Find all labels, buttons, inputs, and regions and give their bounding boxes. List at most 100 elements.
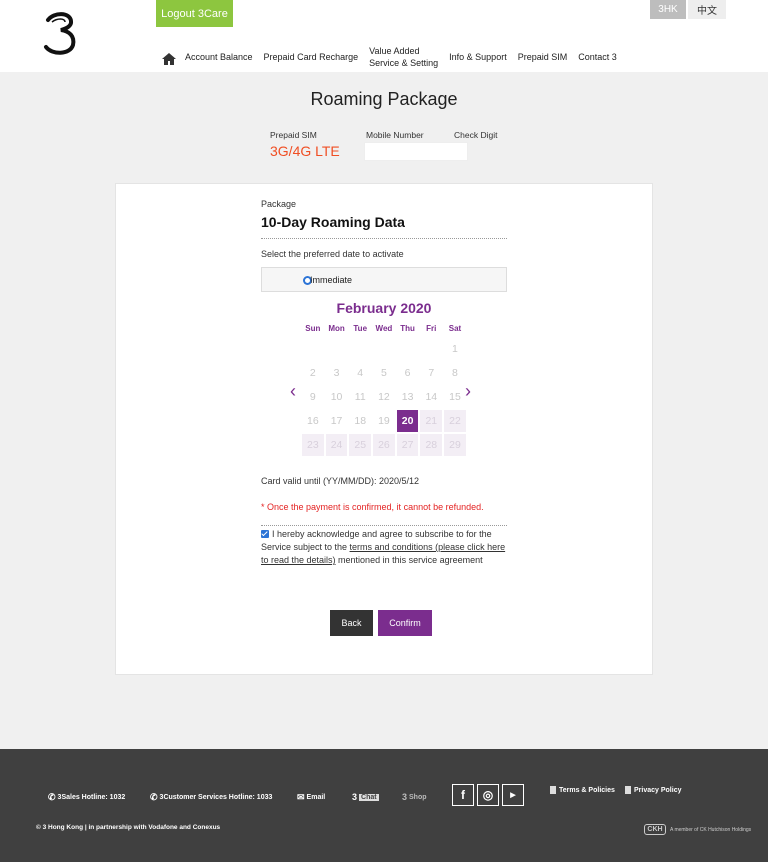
calendar-empty-cell (396, 337, 420, 361)
calendar-day[interactable]: 21 (419, 409, 444, 433)
three-chat-icon: 3 (352, 792, 358, 802)
calendar-prev-icon[interactable]: ‹ (290, 381, 296, 401)
calendar-day: 2 (309, 367, 316, 379)
chat-text: Chat (359, 793, 379, 801)
terms-text: Terms & Policies (559, 786, 615, 794)
nav-account-balance[interactable]: Account Balance (185, 51, 253, 63)
cs-hotline[interactable]: ✆ 3Customer Services Hotline: 1033 (150, 792, 272, 803)
calendar-day[interactable]: 25 (348, 433, 373, 457)
lang-3hk-button[interactable]: 3HK (650, 0, 686, 19)
page-title: Roaming Package (310, 89, 458, 109)
phone-icon: ✆ (48, 792, 56, 802)
instagram-icon[interactable]: ◎ (477, 784, 499, 806)
calendar-month-title: February 2020 (336, 300, 432, 316)
weekday-mon: Mon (328, 324, 345, 333)
calendar-day: 11 (354, 391, 366, 403)
confirm-button[interactable]: Confirm (378, 610, 432, 636)
privacy-text: Privacy Policy (634, 786, 682, 794)
mobile-number-label: Mobile Number (366, 130, 424, 140)
calendar-empty-cell (348, 337, 372, 361)
site-footer: ✆ 3Sales Hotline: 1032 ✆ 3Customer Service… (0, 749, 768, 862)
nav-value-added-line2: Service & Setting (369, 58, 439, 68)
calendar-day: 10 (330, 391, 343, 403)
youtube-icon[interactable]: ▶ (502, 784, 524, 806)
nav-prepaid-sim[interactable]: Prepaid SIM (518, 51, 568, 63)
phone-icon: ✆ (150, 792, 158, 802)
calendar-day[interactable]: 23 (301, 433, 325, 457)
calendar-day: 19 (378, 415, 390, 427)
ckh-logo-icon: CKH (644, 824, 666, 835)
weekday-sun: Sun (305, 324, 321, 333)
prepaid-sim-label: Prepaid SIM (270, 130, 317, 140)
calendar-day: 5 (380, 367, 387, 379)
sales-hotline[interactable]: ✆ 3Sales Hotline: 1032 (48, 792, 125, 803)
card-valid-text: Card valid until (YY/MM/DD): 2020/5/12 (261, 476, 420, 486)
nav-prepaid-card-recharge[interactable]: Prepaid Card Recharge (264, 51, 359, 63)
weekday-wed: Wed (375, 324, 393, 333)
calendar-day: 9 (309, 391, 316, 403)
calendar-empty-cell (372, 337, 396, 361)
calendar-day[interactable]: 24 (324, 433, 349, 457)
terms-policies-link[interactable]: Terms & Policies (550, 786, 615, 794)
ckh-text: A member of CK Hutchison Holdings (670, 826, 752, 833)
weekday-thu: Thu (400, 324, 415, 333)
calendar-day: 12 (378, 391, 390, 403)
cs-hotline-text: 3Customer Services Hotline: 1033 (159, 794, 273, 801)
ckh-badge: CKH A member of CK Hutchison Holdings (644, 824, 751, 835)
calendar-week-row: 16 17 18 19 20 21 22 (301, 409, 467, 433)
calendar-day[interactable]: 22 (443, 409, 467, 433)
nav-contact-3[interactable]: Contact 3 (578, 51, 617, 63)
acknowledge-checkbox[interactable] (261, 530, 269, 538)
calendar-week-row: 9 10 11 12 13 14 15 (301, 385, 467, 409)
logout-button[interactable]: Logout 3Care (156, 0, 233, 27)
calendar-day[interactable]: 27 (395, 433, 420, 457)
calendar-empty-cell (325, 337, 349, 361)
calendar-grid: Sun Mon Tue Wed Thu Fri Sat 1 2 3 4 5 6 7 8 9 10 1… (301, 324, 467, 457)
privacy-policy-link[interactable]: Privacy Policy (625, 786, 681, 794)
refund-notice: * Once the payment is confirmed, it cann… (261, 502, 484, 512)
nav-value-added-line1: Value Added (369, 46, 420, 56)
check-digit-label: Check Digit (454, 130, 498, 140)
divider (261, 238, 507, 239)
envelope-icon: ✉ (297, 792, 305, 802)
immediate-label: Immediate (310, 275, 353, 285)
calendar-day: 18 (354, 415, 367, 427)
facebook-icon[interactable]: f (452, 784, 474, 806)
lang-zh-button[interactable]: 中文 (688, 0, 726, 19)
calendar-day: 17 (330, 415, 343, 427)
calendar-day[interactable]: 29 (443, 433, 467, 457)
copyright-text: © 3 Hong Kong | in partnership with Voda… (36, 824, 221, 831)
calendar-day: 16 (307, 415, 319, 427)
select-date-label: Select the preferred date to activate (261, 249, 404, 259)
prepaid-sim-value: 3G/4G LTE (270, 143, 340, 159)
calendar-day[interactable]: 26 (372, 433, 396, 457)
weekday-tue: Tue (353, 324, 368, 333)
nav-value-added-service[interactable]: Value Added Service & Setting (369, 45, 438, 69)
three-shop-icon: 3 (402, 792, 408, 802)
calendar-empty-cell (301, 337, 325, 361)
package-name: 10-Day Roaming Data (261, 214, 405, 230)
three-logo-icon[interactable] (40, 10, 80, 56)
calendar-day: 7 (428, 367, 435, 379)
sales-hotline-text: 3Sales Hotline: 1032 (57, 794, 126, 801)
calendar-day: 4 (357, 367, 364, 379)
weekday-fri: Fri (426, 324, 437, 333)
home-icon[interactable] (160, 52, 178, 66)
email-link[interactable]: ✉ Email (297, 792, 325, 803)
calendar-weekdays: Sun Mon Tue Wed Thu Fri Sat (301, 324, 467, 337)
calendar-day[interactable]: 28 (419, 433, 444, 457)
calendar-day: 8 (452, 367, 458, 379)
calendar-day: 1 (452, 343, 458, 355)
nav-info-support[interactable]: Info & Support (449, 51, 507, 63)
mobile-number-value (364, 142, 468, 161)
back-button[interactable]: Back (330, 610, 373, 636)
shop-link[interactable]: 3 Shop (402, 792, 427, 802)
immediate-option[interactable]: Immediate (261, 267, 507, 292)
calendar-day: 3 (333, 367, 340, 379)
calendar-day-selected[interactable]: 20 (395, 409, 420, 433)
package-label: Package (261, 199, 297, 209)
chat-link[interactable]: 3 Chat (352, 792, 379, 802)
calendar-week-row: 1 (301, 337, 467, 361)
document-icon (550, 786, 556, 794)
acknowledge-block: I hereby acknowledge and agree to subscr… (261, 528, 511, 567)
